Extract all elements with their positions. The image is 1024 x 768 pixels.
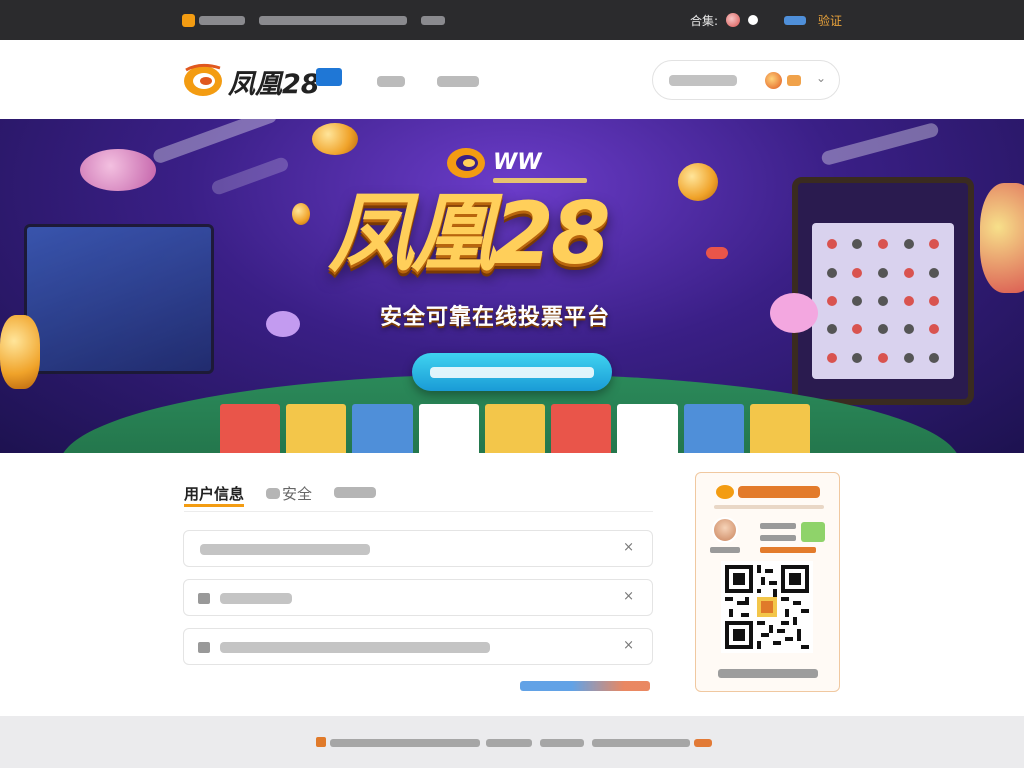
qr-code[interactable]	[721, 561, 813, 653]
tab-user-info[interactable]: 用户信息	[184, 483, 245, 507]
left-game-screen	[24, 224, 214, 374]
qr-card-title	[738, 486, 820, 498]
hero-subtitle: 安全可靠在线投票平台	[380, 305, 611, 330]
tab-third[interactable]	[334, 483, 377, 507]
close-icon[interactable]: ×	[623, 540, 634, 555]
footer-link[interactable]	[486, 739, 532, 747]
close-icon[interactable]: ×	[623, 589, 634, 604]
tab-security-prefix	[266, 488, 281, 499]
header-select-value	[787, 75, 801, 86]
hero-brand-text: WW	[493, 149, 542, 175]
light-streak	[151, 119, 279, 165]
coin-icon	[765, 72, 782, 89]
footer-logo-icon	[316, 737, 326, 747]
tabs-divider	[184, 511, 653, 512]
document-icon	[198, 593, 210, 604]
qr-card-caption	[718, 669, 818, 678]
qr-card-highlight	[760, 547, 816, 553]
qr-card-text	[760, 535, 796, 541]
tab-security[interactable]: 安全	[266, 483, 312, 507]
gold-coin-icon	[312, 123, 358, 155]
topbar-link[interactable]	[421, 15, 445, 25]
red-chip-icon	[980, 183, 1024, 293]
nav-item-2[interactable]	[437, 76, 479, 87]
chevron-down-icon: ⌄	[816, 71, 827, 85]
site-footer	[0, 716, 1024, 768]
right-game-tablet	[792, 177, 974, 405]
info-item-text	[200, 544, 370, 555]
footer-text	[330, 739, 480, 747]
tab-security-label: 安全	[282, 485, 313, 503]
avatar	[712, 517, 738, 543]
hero-banner: WW 凤凰28 安全可靠在线投票平台	[0, 119, 1024, 453]
hero-title: 凤凰28	[328, 184, 611, 284]
tablet-number-grid	[812, 223, 954, 379]
info-footnote-link[interactable]	[520, 681, 650, 691]
shield-icon	[198, 642, 210, 653]
close-icon[interactable]: ×	[623, 638, 634, 653]
gold-coin-icon	[678, 163, 718, 201]
topbar-announcement[interactable]	[259, 15, 407, 25]
topbar-site-name	[199, 15, 245, 25]
hero-cta-button[interactable]	[412, 353, 612, 391]
top-utility-bar: 合集: 验证	[0, 0, 1024, 40]
header-select-label	[669, 75, 737, 86]
info-item-text	[220, 642, 490, 653]
table-tiles	[220, 404, 810, 453]
qr-download-card	[695, 472, 840, 692]
pink-chip-icon	[80, 149, 156, 191]
phoenix-logo-icon	[716, 485, 734, 499]
purple-chip-icon	[266, 311, 300, 337]
site-mini-logo-icon	[182, 13, 195, 27]
hero-brand: WW	[445, 144, 587, 183]
info-list-item[interactable]: ×	[183, 579, 653, 616]
info-tabs: 用户信息 安全	[184, 483, 377, 507]
light-streak	[820, 121, 940, 167]
phoenix-logo-icon	[447, 148, 485, 178]
footer-highlight	[694, 739, 712, 747]
tab-third-label	[334, 487, 377, 498]
header-select-dropdown[interactable]: ⌄	[652, 60, 840, 100]
verify-link[interactable]: 验证	[818, 12, 842, 29]
hero-brand-tagline	[493, 178, 587, 183]
status-dot-icon	[747, 15, 758, 25]
qr-card-subtitle	[714, 505, 824, 509]
login-link[interactable]	[783, 15, 806, 25]
qr-card-tag	[801, 522, 825, 542]
footer-text	[540, 739, 584, 747]
pink-chip-icon	[770, 293, 818, 333]
footer-link[interactable]	[592, 739, 690, 747]
hero-cta-label	[430, 367, 594, 378]
site-header: 凤凰28 ⌄	[0, 40, 1024, 119]
phoenix-logo-icon[interactable]	[182, 62, 224, 98]
main-content: 用户信息 安全 × × ×	[0, 453, 1024, 716]
info-item-text	[220, 593, 292, 604]
avatar-caption	[710, 547, 740, 553]
red-chip-icon	[706, 247, 728, 259]
topbar-right-label: 合集:	[689, 13, 718, 28]
info-list-item[interactable]: ×	[183, 628, 653, 665]
qr-code-icon	[725, 565, 809, 649]
info-list-item[interactable]: ×	[183, 530, 653, 567]
light-streak	[210, 155, 290, 197]
nav-item-1[interactable]	[377, 76, 405, 87]
gold-coin-icon	[292, 203, 310, 225]
gold-coin-icon	[0, 315, 40, 389]
logo-badge	[316, 68, 342, 86]
site-logo-text[interactable]: 凤凰28	[228, 62, 320, 101]
user-avatar-icon[interactable]	[725, 13, 740, 27]
qr-card-text	[760, 523, 796, 529]
